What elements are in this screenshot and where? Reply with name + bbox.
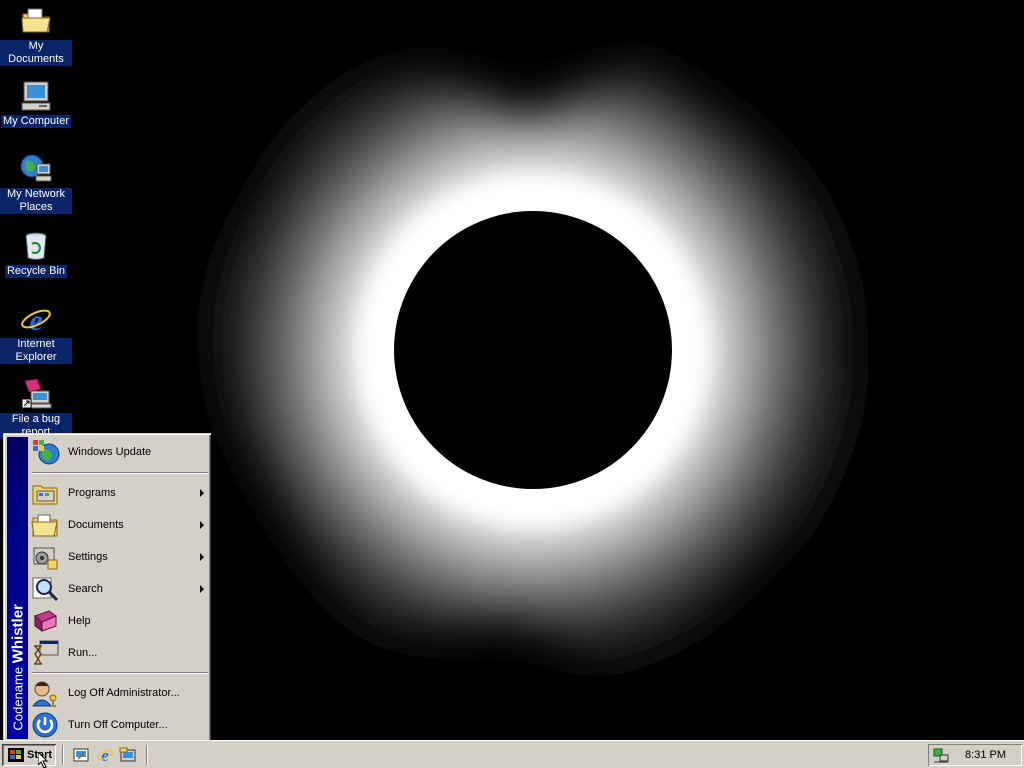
submenu-arrow-icon [200, 489, 204, 497]
start-menu-item-turn-off[interactable]: Turn Off Computer... [30, 710, 208, 740]
submenu-arrow-icon [200, 553, 204, 561]
menu-item-label: Help [68, 615, 91, 627]
menu-item-label: Run... [68, 647, 98, 659]
start-menu-banner-text: Codename Whistler [9, 571, 26, 731]
taskbar: Start e 8:31 PM [0, 740, 1024, 768]
svg-text:e: e [29, 304, 42, 336]
desktop-icon-label: My Computer [0, 115, 72, 128]
recycle-bin-icon [25, 232, 47, 260]
desktop-icon-my-network-places[interactable]: My Network Places [0, 150, 72, 214]
desktop-icon-label: Recycle Bin [4, 265, 68, 278]
help-icon [34, 610, 58, 632]
mouse-cursor-icon [38, 752, 49, 768]
menu-item-label: Programs [68, 487, 116, 499]
documents-icon [31, 514, 58, 537]
start-menu-banner: Codename Whistler [7, 437, 28, 739]
submenu-arrow-icon [200, 521, 204, 529]
system-tray: 8:31 PM [928, 744, 1022, 766]
menu-item-label: Windows Update [68, 446, 152, 458]
outlook-icon[interactable] [119, 746, 137, 764]
settings-icon [33, 547, 58, 570]
desktop-icon-label: My Network Places [0, 188, 72, 214]
windows-update-icon [33, 440, 60, 465]
ie-icon[interactable]: e [96, 746, 114, 764]
taskbar-separator [62, 745, 64, 765]
svg-text:e: e [101, 746, 109, 764]
desktop-icon-internet-explorer[interactable]: e Internet Explorer [0, 300, 72, 364]
start-menu-item-programs[interactable]: Programs [30, 478, 208, 508]
desktop-icon-label: My Documents [0, 40, 72, 66]
start-menu-item-log-off[interactable]: Log Off Administrator... [30, 678, 208, 708]
desktop-icon-file-a-bug-report[interactable]: File a bug report [0, 375, 72, 439]
submenu-arrow-icon [200, 585, 204, 593]
search-icon [32, 577, 59, 602]
menu-item-label: Documents [68, 519, 124, 531]
taskbar-separator [146, 745, 148, 765]
programs-icon [32, 485, 58, 505]
menu-separator [32, 672, 208, 674]
start-menu-item-run[interactable]: Run... [30, 638, 208, 668]
start-menu-item-documents[interactable]: Documents [30, 510, 208, 540]
network-connection-icon[interactable] [932, 746, 950, 764]
clock[interactable]: 8:31 PM [965, 749, 1006, 761]
start-menu-item-help[interactable]: Help [30, 606, 208, 636]
desktop-icon-my-documents[interactable]: My Documents [0, 2, 72, 66]
folder-icon [21, 8, 51, 33]
show-desktop-icon[interactable] [72, 746, 90, 764]
network-icon [20, 154, 52, 182]
menu-item-label: Settings [68, 551, 108, 563]
banner-name: Whistler [9, 604, 26, 664]
start-menu-item-windows-update[interactable]: Windows Update [30, 437, 208, 467]
power-icon [32, 712, 58, 738]
desktop-icon-label: Internet Explorer [0, 338, 72, 364]
log-off-icon [31, 681, 57, 707]
menu-item-label: Turn Off Computer... [68, 719, 168, 731]
menu-item-label: Search [68, 583, 103, 595]
menu-separator [32, 472, 208, 474]
desktop-icon-my-computer[interactable]: My Computer [0, 77, 72, 128]
run-icon [34, 640, 59, 665]
computer-icon [21, 81, 51, 111]
bug-report-icon [21, 378, 52, 409]
start-menu-item-settings[interactable]: Settings [30, 542, 208, 572]
start-menu-item-search[interactable]: Search [30, 574, 208, 604]
start-menu: Codename Whistler Windows Update Program… [3, 433, 211, 742]
desktop-icon-recycle-bin[interactable]: Recycle Bin [0, 227, 72, 278]
menu-item-label: Log Off Administrator... [68, 687, 180, 699]
ie-icon: e [21, 304, 51, 336]
banner-prefix: Codename [10, 663, 25, 731]
windows-logo-icon [8, 748, 24, 762]
